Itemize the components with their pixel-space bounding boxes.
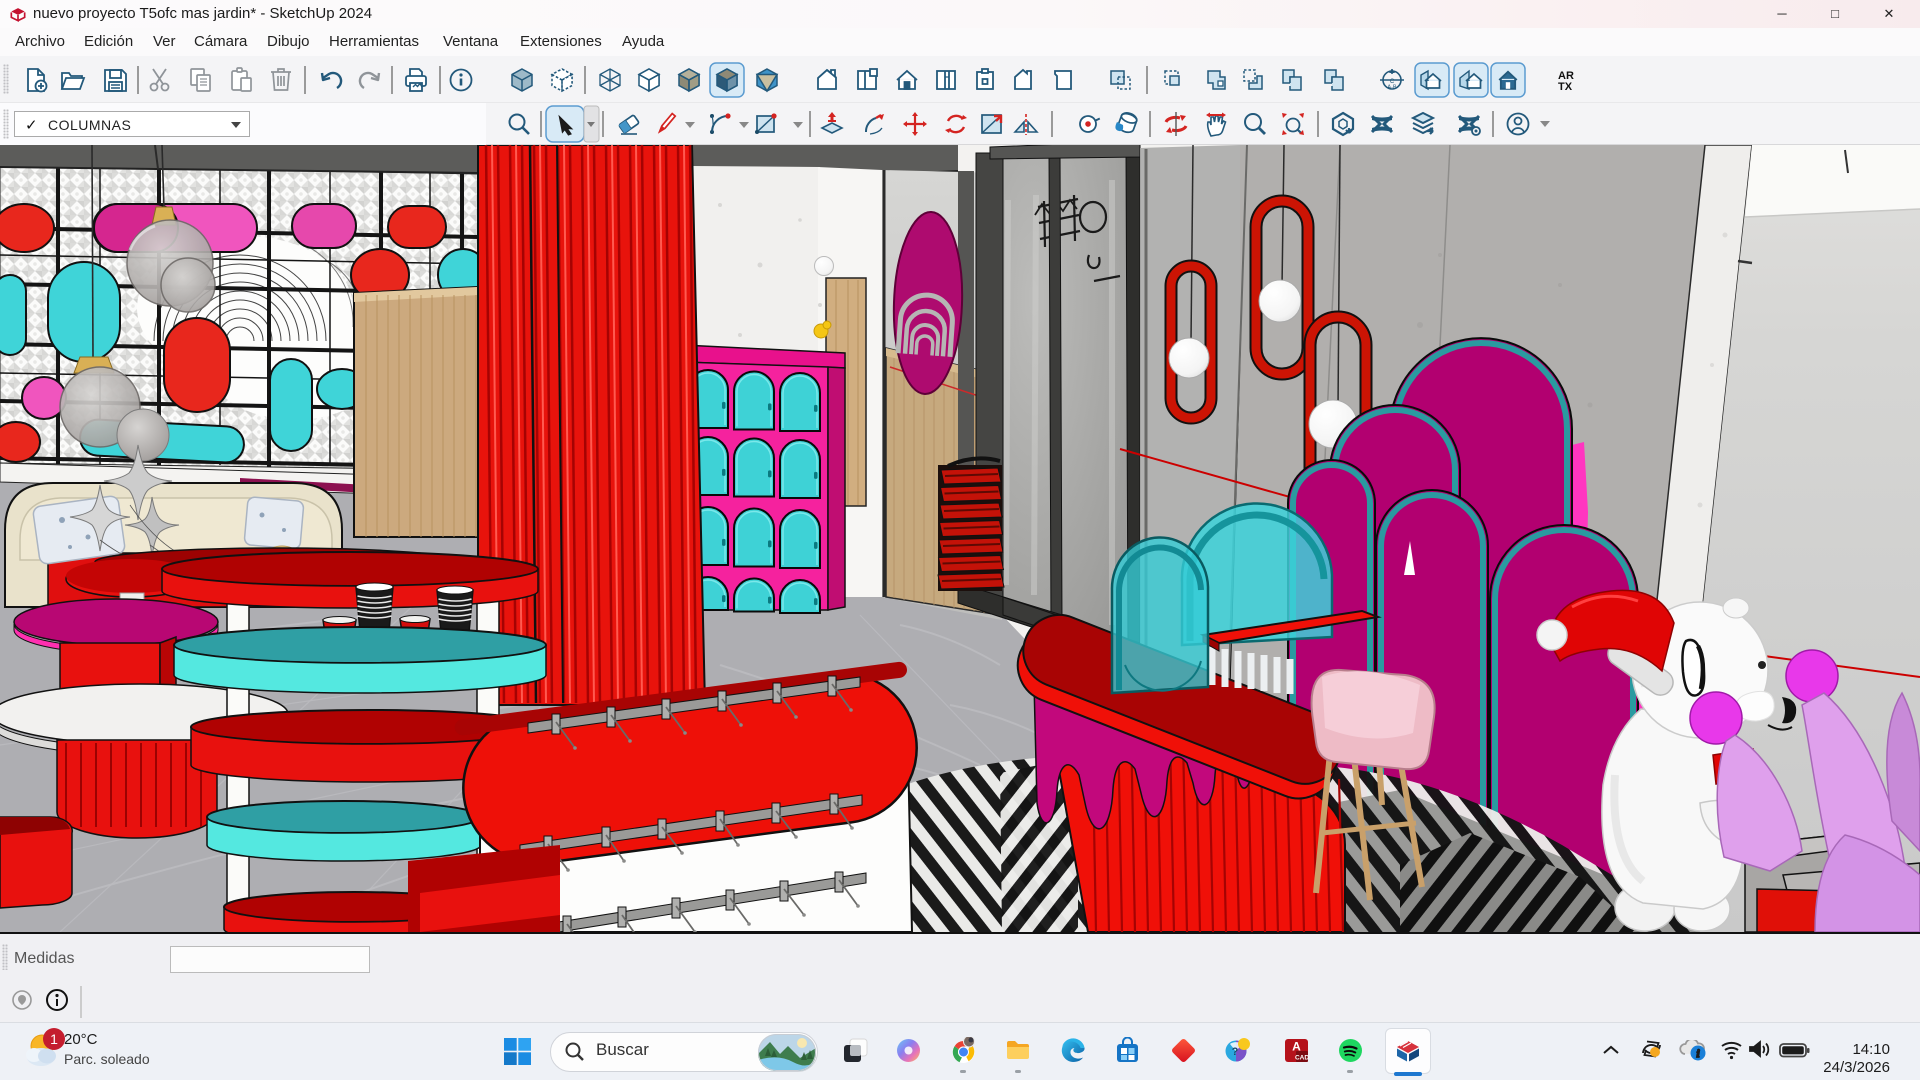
svg-text:A-B: A-B <box>1387 85 1397 91</box>
svg-text:24/3/2026: 24/3/2026 <box>1823 1059 1890 1074</box>
svg-text:i: i <box>1697 1049 1700 1060</box>
svg-text:14:10: 14:10 <box>1852 1041 1890 1058</box>
svg-text:1: 1 <box>50 1031 58 1047</box>
svg-text:TX: TX <box>1558 81 1573 93</box>
svg-text:?: ? <box>1232 1046 1239 1058</box>
svg-text:A: A <box>1292 1040 1301 1054</box>
svg-text:CAD: CAD <box>1295 1055 1309 1062</box>
